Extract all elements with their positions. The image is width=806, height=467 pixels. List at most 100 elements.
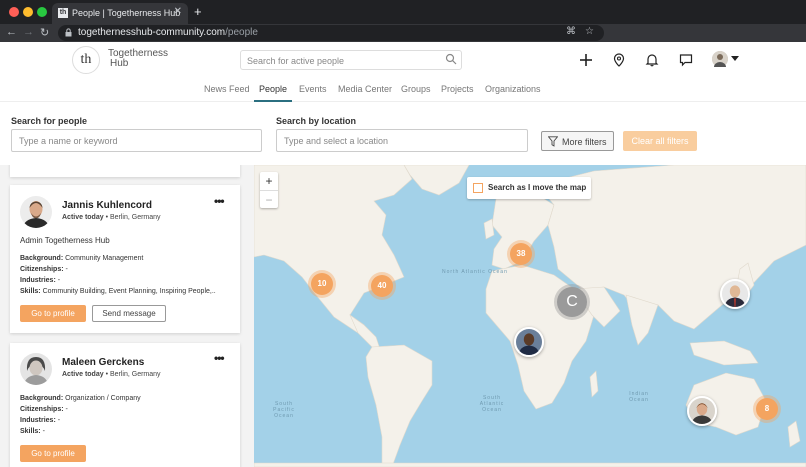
tab-close-icon[interactable]: ✕ xyxy=(174,6,182,17)
search-as-move-checkbox[interactable] xyxy=(473,183,483,193)
url-path: /people xyxy=(225,27,258,38)
map-gray-cluster-marker[interactable]: C xyxy=(557,287,587,317)
site-header: th Togetherness Hub Search for active pe… xyxy=(0,42,806,78)
world-map xyxy=(254,165,806,467)
person-background: Background: Organization / Company xyxy=(20,395,141,402)
skills-label: Skills: xyxy=(20,288,41,295)
nav-projects[interactable]: Projects xyxy=(441,84,474,94)
background-label: Background: xyxy=(20,255,64,262)
forward-icon[interactable]: → xyxy=(23,26,34,38)
more-options-icon[interactable]: ••• xyxy=(214,194,225,208)
tab-title: People | Togetherness Hub xyxy=(72,8,181,18)
nav-events[interactable]: Events xyxy=(299,84,327,94)
ocean-label-south-pacific: South Pacific Ocean xyxy=(273,401,295,419)
person-status: Active today • Berlin, Germany xyxy=(62,214,161,221)
account-menu-caret-icon[interactable] xyxy=(731,56,739,61)
browser-tab-bar: th People | Togetherness Hub ✕ + xyxy=(0,0,806,24)
search-placeholder: Search for active people xyxy=(247,56,345,66)
send-message-button[interactable]: Send message xyxy=(92,305,166,322)
people-list[interactable]: Jannis Kuhlencord Active today • Berlin,… xyxy=(0,165,254,467)
location-pin-icon[interactable] xyxy=(612,53,626,67)
person-location: Berlin, Germany xyxy=(109,371,161,378)
maximize-window-button[interactable] xyxy=(37,7,47,17)
location-search-label: Search by location xyxy=(276,116,357,126)
person-role: Admin Togetherness Hub xyxy=(20,236,110,245)
industries-value: - xyxy=(57,277,61,284)
map-person-marker[interactable] xyxy=(514,327,544,357)
map-person-marker[interactable] xyxy=(720,279,750,309)
location-search-placeholder: Type and select a location xyxy=(284,136,389,146)
more-filters-button[interactable]: More filters xyxy=(541,131,614,151)
background-value: Organization / Company xyxy=(65,395,141,402)
person-skills: Skills: Community Building, Event Planni… xyxy=(20,288,216,295)
person-card: Jannis Kuhlencord Active today • Berlin,… xyxy=(10,185,240,333)
bookmark-star-icon[interactable]: ☆ xyxy=(585,26,594,37)
messages-icon[interactable] xyxy=(679,53,693,67)
location-search-input[interactable]: Type and select a location xyxy=(276,129,528,152)
nav-media-center[interactable]: Media Center xyxy=(338,84,392,94)
minimize-window-button[interactable] xyxy=(23,7,33,17)
notification-bell-icon[interactable] xyxy=(645,53,659,67)
map-cluster-marker[interactable]: 40 xyxy=(371,275,393,297)
nav-news-feed[interactable]: News Feed xyxy=(204,84,250,94)
citizenships-label: Citizenships: xyxy=(20,406,64,413)
skills-label: Skills: xyxy=(20,428,41,435)
nav-groups[interactable]: Groups xyxy=(401,84,431,94)
nav-organizations[interactable]: Organizations xyxy=(485,84,541,94)
go-to-profile-button[interactable]: Go to profile xyxy=(20,305,86,322)
browser-tab[interactable]: th People | Togetherness Hub ✕ xyxy=(52,3,188,24)
person-avatar[interactable] xyxy=(20,196,52,228)
map-cluster-marker[interactable]: 8 xyxy=(756,398,778,420)
go-to-profile-button[interactable]: Go to profile xyxy=(20,445,86,462)
filter-bar: Search for people Type a name or keyword… xyxy=(0,103,806,165)
reload-icon[interactable]: ↻ xyxy=(40,26,49,39)
person-avatar[interactable] xyxy=(20,353,52,385)
person-skills: Skills: - xyxy=(20,428,45,435)
background-value: Community Management xyxy=(65,255,144,262)
people-search-placeholder: Type a name or keyword xyxy=(19,136,118,146)
people-search-label: Search for people xyxy=(11,116,88,126)
address-bar[interactable]: togethernesshub-community.com/people ⌘ ☆ xyxy=(58,25,604,41)
nav-people[interactable]: People xyxy=(259,84,287,94)
active-tab-indicator xyxy=(254,100,292,102)
add-icon[interactable] xyxy=(579,53,593,67)
industries-value: - xyxy=(57,417,61,424)
activity-status: Active today xyxy=(62,214,104,221)
more-options-icon[interactable]: ••• xyxy=(214,351,225,365)
search-as-move-toggle[interactable]: Search as I move the map xyxy=(467,177,591,199)
user-avatar[interactable] xyxy=(712,51,728,67)
map-cluster-marker[interactable]: 38 xyxy=(510,243,532,265)
activity-status: Active today xyxy=(62,371,104,378)
new-tab-icon[interactable]: + xyxy=(194,4,202,19)
skills-value: - xyxy=(42,428,45,435)
header-search-input[interactable]: Search for active people xyxy=(240,50,462,70)
search-icon[interactable] xyxy=(445,53,457,65)
person-name[interactable]: Maleen Gerckens xyxy=(62,357,144,368)
people-search-input[interactable]: Type a name or keyword xyxy=(11,129,262,152)
search-as-move-label: Search as I move the map xyxy=(488,183,587,192)
map-person-marker[interactable] xyxy=(687,396,717,426)
person-industries: Industries: - xyxy=(20,277,60,284)
clear-all-filters-button[interactable]: Clear all filters xyxy=(623,131,697,151)
map-cluster-marker[interactable]: 10 xyxy=(311,273,333,295)
favicon-icon: th xyxy=(58,8,68,18)
zoom-in-button[interactable]: + xyxy=(260,172,278,190)
zoom-out-button[interactable]: − xyxy=(260,190,278,208)
ocean-label-north-atlantic: North Atlantic Ocean xyxy=(442,269,508,275)
close-window-button[interactable] xyxy=(9,7,19,17)
user-avatar-image xyxy=(712,51,728,67)
logo-text[interactable]: Togetherness Hub xyxy=(108,49,168,69)
person-citizenships: Citizenships: - xyxy=(20,406,68,413)
logo-mark[interactable]: th xyxy=(72,46,100,74)
translate-icon[interactable]: ⌘ xyxy=(566,26,576,37)
industries-label: Industries: xyxy=(20,417,56,424)
url-host: togethernesshub-community.com xyxy=(78,27,226,38)
browser-toolbar: ← → ↻ togethernesshub-community.com/peop… xyxy=(0,24,806,42)
person-background: Background: Community Management xyxy=(20,255,143,262)
person-name[interactable]: Jannis Kuhlencord xyxy=(62,200,152,211)
ocean-label-south-atlantic: South Atlantic Ocean xyxy=(479,395,505,413)
back-icon[interactable]: ← xyxy=(6,26,17,38)
citizenships-value: - xyxy=(65,266,68,273)
people-map[interactable]: North Atlantic Ocean South Pacific Ocean… xyxy=(254,165,806,467)
url-text: togethernesshub-community.com/people xyxy=(78,27,258,38)
